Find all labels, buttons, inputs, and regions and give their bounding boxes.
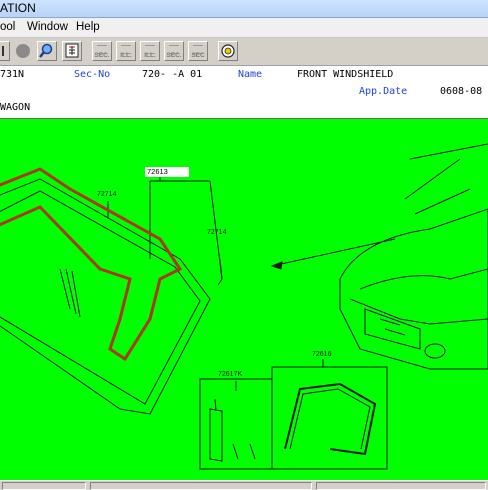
back-button[interactable] xyxy=(0,41,10,61)
help-button[interactable] xyxy=(218,41,238,61)
help-icon xyxy=(221,44,235,58)
section-button-1[interactable]: SEC. xyxy=(92,41,112,61)
name-label: Name xyxy=(238,69,263,80)
toolbar: SEC. ILL. ILL. SEC. SEC xyxy=(0,38,488,66)
vehicle-body-outline xyxy=(339,208,488,370)
section-button-label: SEC xyxy=(191,52,205,59)
search-icon xyxy=(39,43,53,58)
section-button-label: SEC. xyxy=(166,52,182,59)
molding-part xyxy=(284,382,377,456)
sec-no-value: 720- -A 01 xyxy=(142,69,203,80)
callout-windshield[interactable]: 72613 xyxy=(145,167,189,177)
sealant-kit-box xyxy=(199,378,273,470)
callout-clip-right[interactable]: 72714 xyxy=(207,229,226,236)
status-cell xyxy=(90,482,312,490)
windshield-illustration xyxy=(0,143,488,470)
section-button-3[interactable]: SEC xyxy=(188,41,208,61)
molding-box xyxy=(271,366,388,470)
part-info-panel: 731N Sec-No 720- -A 01 Name FRONT WINDSH… xyxy=(0,66,488,118)
windshield-glass-outline xyxy=(0,178,211,415)
title-bar: ATION xyxy=(0,0,488,18)
search-button[interactable] xyxy=(37,41,57,61)
model-code: 731N xyxy=(0,69,25,80)
status-cell xyxy=(2,482,86,490)
app-date-value: 0608-08 xyxy=(440,86,483,97)
menu-help[interactable]: Help xyxy=(76,21,100,33)
menu-bar: ool Window Help xyxy=(0,18,488,38)
glass-hatching xyxy=(59,268,81,318)
record-icon xyxy=(16,44,30,58)
section-button-2[interactable]: SEC. xyxy=(164,41,184,61)
illustration-button-label: ILL. xyxy=(144,52,156,59)
page-icon xyxy=(65,43,79,58)
name-value: FRONT WINDSHIELD xyxy=(297,69,394,80)
callout-clip-left[interactable]: 72714 xyxy=(97,191,116,198)
callout-kit[interactable]: 72617K xyxy=(218,371,242,378)
status-cell xyxy=(316,482,486,490)
document-button[interactable] xyxy=(62,41,82,61)
menu-tool[interactable]: ool xyxy=(0,21,15,33)
model-name: WAGON xyxy=(0,102,31,113)
app-date-label: App.Date xyxy=(359,86,408,97)
section-button-label: SEC. xyxy=(94,52,110,59)
menu-window[interactable]: Window xyxy=(27,21,68,33)
callout-molding[interactable]: 72616 xyxy=(312,351,331,358)
window-title: ATION xyxy=(0,1,36,15)
illustration-button-label: ILL. xyxy=(120,52,132,59)
record-button[interactable] xyxy=(13,41,33,61)
illustration-button-2[interactable]: ILL. xyxy=(140,41,160,61)
parts-diagram[interactable]: 72613 72714 72714 72617K 72616 xyxy=(0,118,488,481)
illustration-button-1[interactable]: ILL. xyxy=(116,41,136,61)
windshield-inner-outline xyxy=(0,190,201,405)
sec-no-label: Sec-No xyxy=(74,69,111,80)
back-icon xyxy=(2,46,4,56)
